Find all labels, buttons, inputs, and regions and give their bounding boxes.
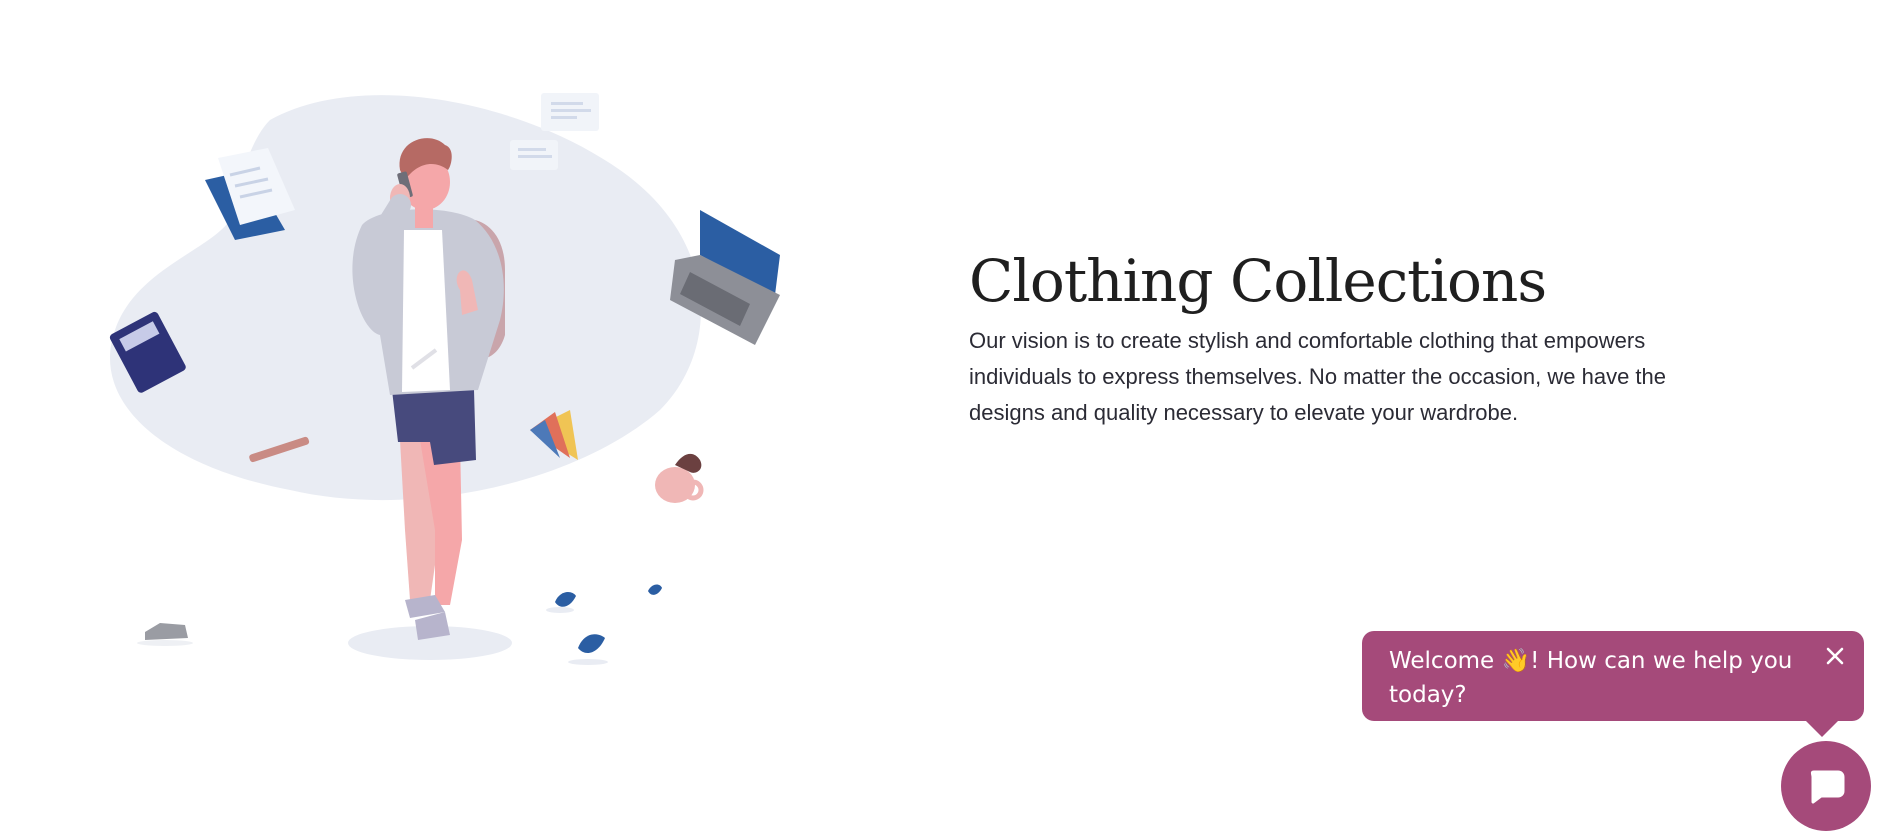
hero-content: Clothing Collections Our vision is to cr… [969,245,1729,431]
hero-description: Our vision is to create stylish and comf… [969,328,1667,425]
close-icon-graphic [1826,647,1844,665]
chat-welcome-prefix: Welcome [1389,648,1502,674]
chat-welcome-text: Welcome 👋! How can we help you today? [1389,648,1792,708]
person-on-phone-illustration [109,93,780,665]
page-title: Clothing Collections [969,247,1547,315]
close-icon[interactable] [1820,641,1850,671]
chat-launcher-button[interactable] [1781,741,1871,831]
chat-welcome-bubble[interactable]: Welcome 👋! How can we help you today? [1362,631,1864,737]
chat-bubble-icon [1810,770,1845,804]
hero-illustration [100,80,820,680]
waving-hand-icon: 👋 [1501,648,1531,674]
